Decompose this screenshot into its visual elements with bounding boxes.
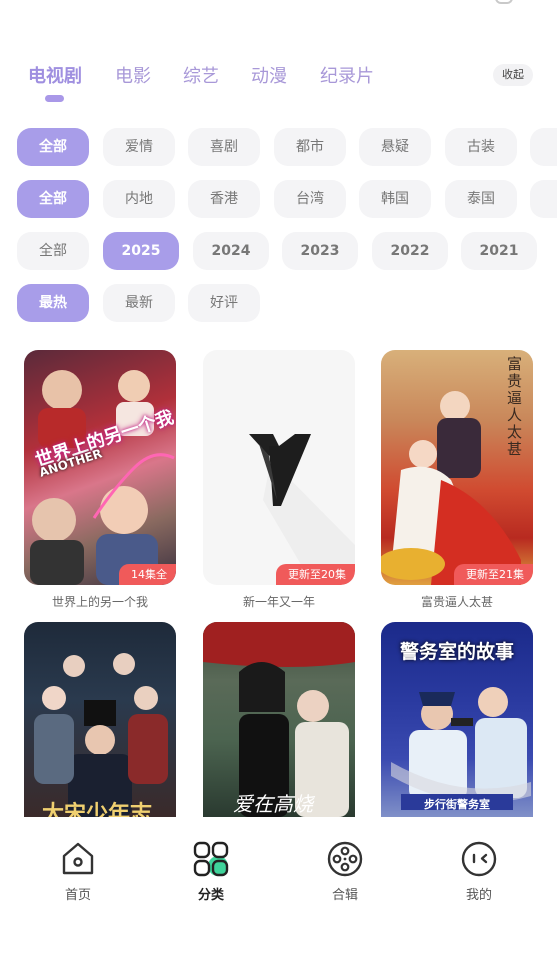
collapse-button[interactable]: 收起: [493, 64, 533, 86]
nav-profile-label: 我的: [465, 888, 492, 903]
region-chip[interactable]: 韩国: [359, 180, 431, 218]
card-title: 新一年又一年: [242, 595, 315, 609]
genre-chip[interactable]: 都市: [274, 128, 346, 166]
nav-home-label: 首页: [64, 888, 91, 903]
poster-image: 警务室的故事 步行街警务室: [381, 622, 533, 817]
nav-category-label: 分类: [197, 888, 224, 903]
tab-movies[interactable]: 电影: [115, 62, 151, 88]
film-reel-icon: [327, 841, 363, 877]
sort-chip[interactable]: 好评: [188, 284, 260, 322]
region-chip[interactable]: 泰国: [445, 180, 517, 218]
tab-tv-series[interactable]: 电视剧: [28, 62, 82, 88]
tab-variety[interactable]: 综艺: [183, 62, 219, 88]
genre-chip[interactable]: 悬疑: [359, 128, 431, 166]
year-filter-row: 全部 2025 2024 2023 2022 2021: [17, 232, 557, 270]
region-chip-partial[interactable]: [530, 180, 557, 218]
poster-image: 爱在高烧: [203, 622, 355, 817]
category-tabs: 电视剧 电影 综艺 动漫 纪录片 收起: [28, 62, 533, 102]
poster-image: 大宋少年志: [24, 622, 176, 817]
home-icon: [62, 842, 94, 875]
year-chip[interactable]: 2021: [461, 232, 537, 270]
genre-chip[interactable]: 全部: [17, 128, 89, 166]
active-tab-indicator: [45, 95, 64, 102]
status-bar-icon: [495, 0, 513, 4]
nav-category[interactable]: 分类: [166, 840, 256, 903]
sort-chip[interactable]: 最新: [103, 284, 175, 322]
poster-title-art: 警务室的故事: [399, 641, 514, 663]
poster-subtitle-art: 步行街警务室: [424, 798, 490, 811]
region-chip[interactable]: 台湾: [274, 180, 346, 218]
year-chip[interactable]: 2025: [103, 232, 179, 270]
drama-card[interactable]: 警务室的故事 步行街警务室: [381, 622, 533, 817]
year-chip[interactable]: 全部: [17, 232, 89, 270]
year-chip[interactable]: 2023: [282, 232, 358, 270]
tab-documentary[interactable]: 纪录片: [320, 62, 374, 88]
poster-title-art: 爱在高烧: [233, 792, 313, 816]
episode-badge: 14集全: [119, 564, 176, 585]
category-icon: [193, 841, 229, 877]
poster-image: 富贵逼人太甚 更新至21集: [381, 350, 533, 585]
card-title: 世界上的另一个我: [51, 595, 148, 609]
nav-profile[interactable]: 我的: [434, 840, 524, 903]
region-chip[interactable]: 香港: [188, 180, 260, 218]
genre-filter-row: 全部 爱情 喜剧 都市 悬疑 古装: [17, 128, 557, 166]
sort-filter-row: 最热 最新 好评: [17, 284, 557, 322]
nav-home[interactable]: 首页: [33, 840, 123, 903]
year-chip[interactable]: 2022: [372, 232, 448, 270]
nav-collections-label: 合辑: [331, 888, 358, 903]
poster-image: 世界上的另一个我 ANOTHER 14集全: [24, 350, 176, 585]
poster-title-art: 富贵逼人太甚: [507, 355, 523, 458]
genre-chip[interactable]: 喜剧: [188, 128, 260, 166]
poster-title-art: 大宋少年志: [42, 802, 153, 817]
poster-art: [34, 653, 168, 817]
drama-card[interactable]: 世界上的另一个我 ANOTHER 14集全 世界上的另一个我: [24, 350, 176, 610]
drama-card[interactable]: 更新至20集 新一年又一年: [203, 350, 355, 610]
drama-card[interactable]: 爱在高烧: [203, 622, 355, 817]
nav-collections[interactable]: 合辑: [300, 840, 390, 903]
region-chip[interactable]: 内地: [103, 180, 175, 218]
drama-card[interactable]: 富贵逼人太甚 更新至21集 富贵逼人太甚: [381, 350, 533, 610]
episode-badge: 更新至21集: [454, 564, 533, 585]
bottom-navigation: 首页 分类 合辑 我的: [0, 818, 557, 969]
sort-chip[interactable]: 最热: [17, 284, 89, 322]
region-filter-row: 全部 内地 香港 台湾 韩国 泰国: [17, 180, 557, 218]
logo-icon: [249, 434, 355, 585]
region-chip[interactable]: 全部: [17, 180, 89, 218]
poster-placeholder: 更新至20集: [203, 350, 355, 585]
drama-card[interactable]: 大宋少年志: [24, 622, 176, 817]
genre-chip[interactable]: 古装: [445, 128, 517, 166]
genre-chip-partial[interactable]: [530, 128, 557, 166]
year-chip[interactable]: 2024: [193, 232, 269, 270]
genre-chip[interactable]: 爱情: [103, 128, 175, 166]
card-title: 富贵逼人太甚: [420, 595, 493, 609]
profile-face-icon: [461, 841, 497, 877]
episode-badge: 更新至20集: [276, 564, 355, 585]
tab-anime[interactable]: 动漫: [251, 62, 287, 88]
